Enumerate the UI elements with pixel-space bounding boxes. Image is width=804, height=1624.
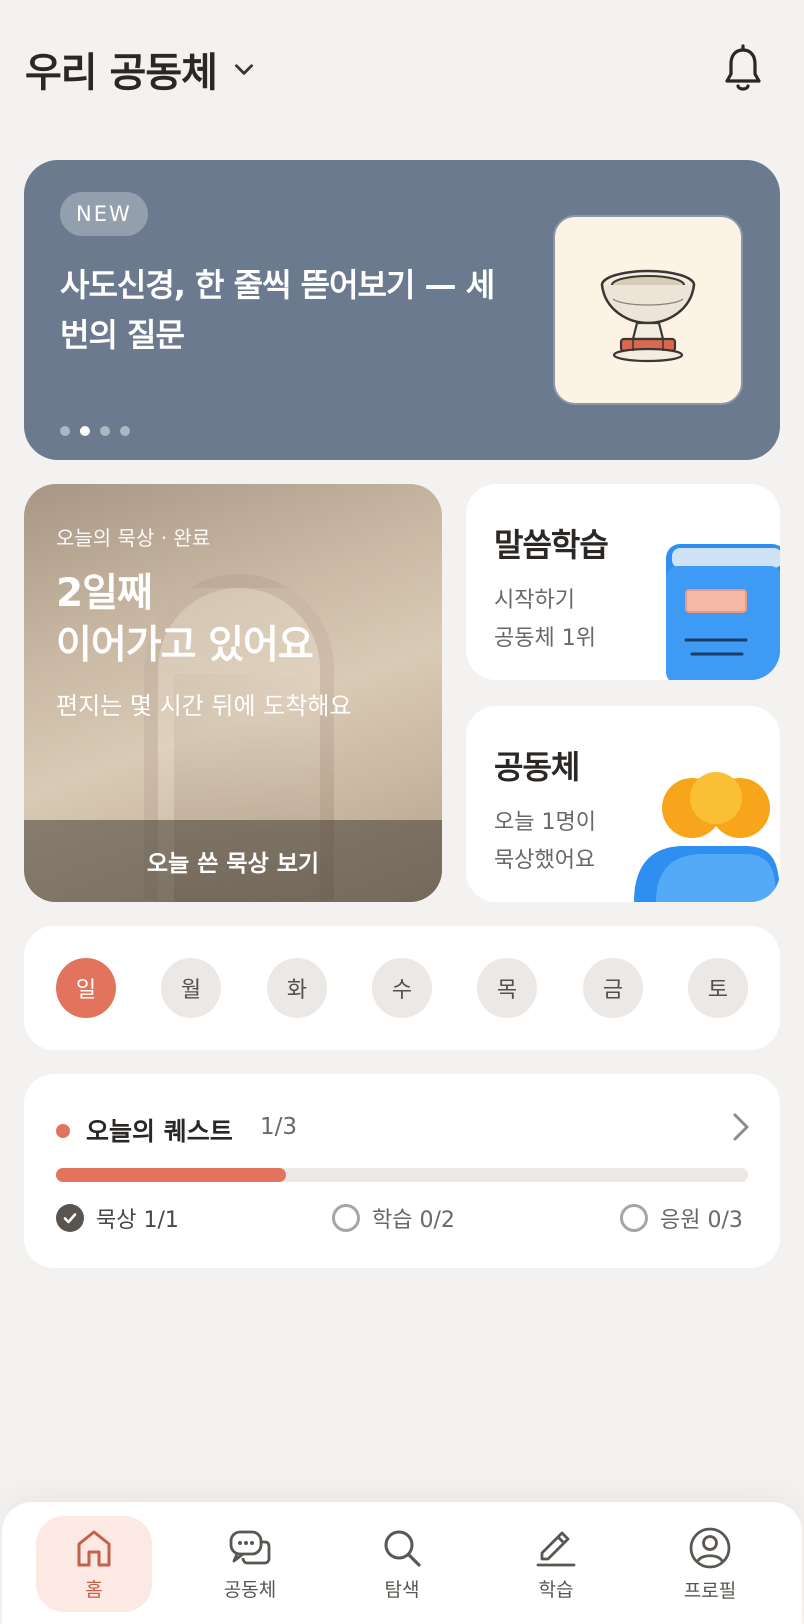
community-card-line: 오늘 1명이: [494, 810, 596, 835]
view-meditation-button[interactable]: 오늘 쓴 묵상 보기: [24, 820, 442, 902]
pagination-dot[interactable]: [120, 426, 130, 436]
search-icon: [384, 1530, 421, 1567]
day-saturday[interactable]: 토: [688, 958, 748, 1018]
nav-label: 학습: [538, 1578, 574, 1601]
banner-title: 사도신경, 한 줄씩 뜯어보기 — 세 번의 질문: [60, 266, 495, 354]
quest-item-meditation[interactable]: 묵상 1/1: [56, 1202, 179, 1234]
week-day-selector: 일 월 화 수 목 금 토: [24, 926, 780, 1050]
nav-profile[interactable]: 프로필: [652, 1516, 768, 1612]
day-monday[interactable]: 월: [161, 958, 221, 1018]
meditation-title: 2일째 이어가고 있어요: [56, 568, 314, 672]
quest-count: 1/3: [260, 1114, 298, 1140]
page-title: 우리 공동체: [25, 50, 218, 96]
day-tuesday[interactable]: 화: [267, 958, 327, 1018]
chat-bubbles-icon: [229, 1530, 271, 1564]
study-card-line: 시작하기: [494, 588, 575, 613]
quest-item-label: 묵상 1/1: [96, 1208, 179, 1233]
new-badge: NEW: [60, 192, 148, 236]
community-selector[interactable]: 우리 공동체: [25, 40, 257, 98]
bell-icon[interactable]: [720, 44, 766, 94]
day-friday[interactable]: 금: [583, 958, 643, 1018]
meditation-card[interactable]: 오늘의 묵상 · 완료 2일째 이어가고 있어요 편지는 몇 시간 뒤에 도착해…: [24, 484, 442, 902]
nav-explore[interactable]: 탐색: [344, 1516, 460, 1612]
home-icon: [77, 1530, 111, 1566]
unchecked-circle-icon: [620, 1204, 648, 1232]
quest-status-dot: [56, 1124, 70, 1138]
featured-banner[interactable]: NEW 사도신경, 한 줄씩 뜯어보기 — 세 번의 질문: [24, 160, 780, 460]
stone-font-illustration: [553, 215, 743, 405]
chevron-right-icon[interactable]: [730, 1110, 752, 1144]
day-sunday[interactable]: 일: [56, 958, 116, 1018]
quest-title: 오늘의 퀘스트: [86, 1117, 233, 1146]
nav-study[interactable]: 학습: [498, 1516, 614, 1612]
pagination-dot[interactable]: [60, 426, 70, 436]
quest-item-label: 응원 0/3: [660, 1208, 743, 1233]
daily-quest-card[interactable]: 오늘의 퀘스트 1/3 묵상 1/1 학습 0/2 응원 0/3: [24, 1074, 780, 1268]
nav-label: 공동체: [223, 1578, 277, 1601]
community-card-line: 묵상했어요: [494, 848, 596, 873]
quest-progress-fill: [56, 1168, 287, 1182]
meditation-title-line: 2일째: [56, 571, 153, 616]
profile-icon: [689, 1527, 731, 1568]
quest-item-cheer[interactable]: 응원 0/3: [620, 1202, 743, 1234]
nav-label: 프로필: [683, 1579, 737, 1602]
community-card[interactable]: 공동체 오늘 1명이 묵상했어요: [466, 706, 780, 902]
chevron-down-icon: [234, 64, 253, 75]
meditation-subtitle: 편지는 몇 시간 뒤에 도착해요: [56, 692, 352, 720]
nav-label: 탐색: [384, 1578, 420, 1601]
pagination-dot[interactable]: [100, 426, 110, 436]
unchecked-circle-icon: [332, 1204, 360, 1232]
day-wednesday[interactable]: 수: [372, 958, 432, 1018]
bottom-navigation: 홈 공동체 탐색 학습 프로필: [2, 1502, 802, 1624]
meditation-kicker: 오늘의 묵상 · 완료: [56, 526, 211, 550]
pagination-dot-active[interactable]: [80, 426, 90, 436]
day-thursday[interactable]: 목: [477, 958, 537, 1018]
nav-label: 홈: [85, 1578, 103, 1601]
quest-item-study[interactable]: 학습 0/2: [332, 1202, 455, 1234]
nav-community[interactable]: 공동체: [192, 1516, 308, 1612]
study-card-line: 공동체 1위: [494, 626, 596, 651]
people-icon: [634, 772, 780, 902]
study-card-title: 말씀학습: [494, 526, 609, 564]
community-card-title: 공동체: [494, 748, 580, 786]
quest-progress-bar: [56, 1168, 748, 1182]
checkmark-icon: [56, 1204, 84, 1232]
banner-pagination[interactable]: [60, 426, 130, 436]
nav-home[interactable]: 홈: [36, 1516, 152, 1612]
study-card[interactable]: 말씀학습 시작하기 공동체 1위: [466, 484, 780, 680]
meditation-title-line: 이어가고 있어요: [56, 623, 314, 668]
book-icon: [666, 544, 780, 680]
quest-item-label: 학습 0/2: [372, 1208, 455, 1233]
pencil-icon: [536, 1531, 576, 1566]
